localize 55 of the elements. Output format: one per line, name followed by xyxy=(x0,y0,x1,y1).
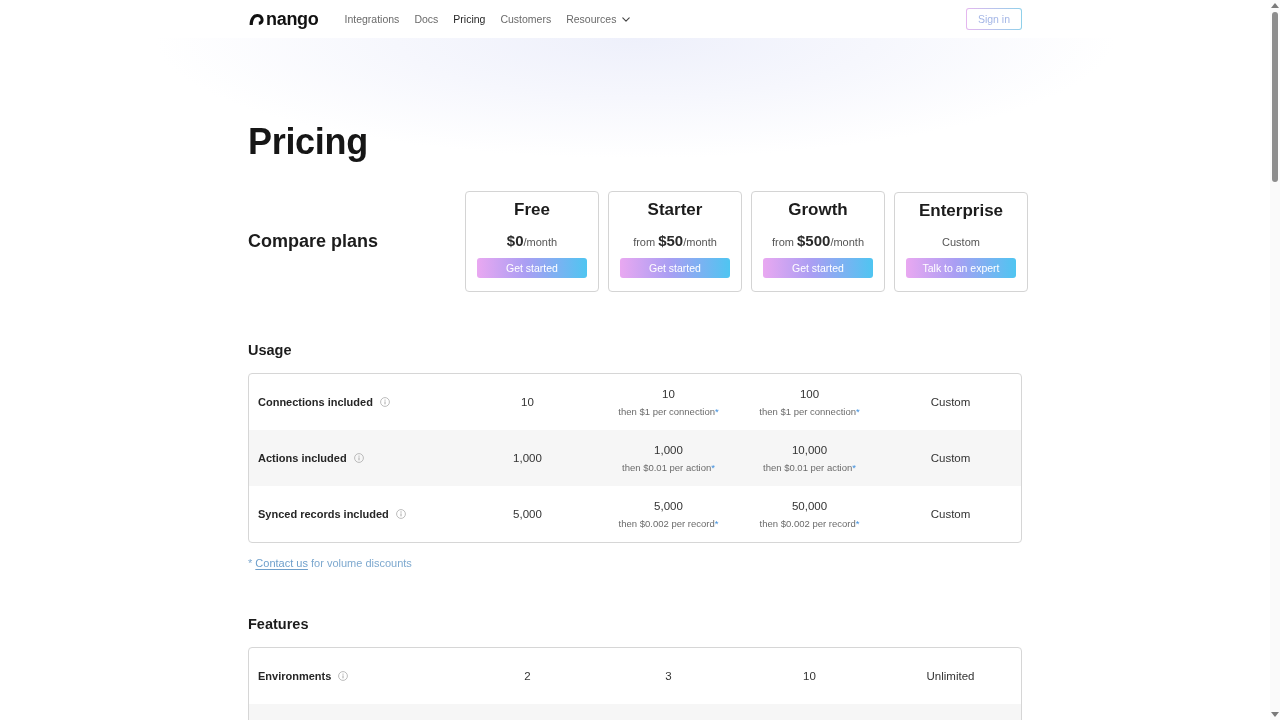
price-note: then $1 per connection* xyxy=(618,405,719,418)
nav-link[interactable]: Integrations xyxy=(344,12,400,26)
plan-name: Enterprise xyxy=(918,200,1004,221)
cell-value: 10 xyxy=(662,387,675,402)
page-title: Pricing xyxy=(248,120,369,164)
footnote-text: * Contact us for volume discounts xyxy=(248,556,413,571)
plan-name: Free xyxy=(514,200,550,220)
section-heading: Usage xyxy=(248,341,293,360)
nav-link[interactable]: Customers xyxy=(500,12,552,26)
chevron-down-icon xyxy=(622,16,631,22)
logo-icon[interactable] xyxy=(248,11,264,27)
cell-value: 50,000 xyxy=(791,499,828,514)
price-note: then $0.002 per record* xyxy=(618,517,719,530)
row-label: Connections included xyxy=(258,396,373,408)
nav-link[interactable]: Pricing xyxy=(453,12,486,26)
cell-value: 10 xyxy=(803,669,816,684)
scrollbar-thumb[interactable] xyxy=(1272,12,1278,182)
cell-value: 5,000 xyxy=(654,499,683,514)
info-icon[interactable] xyxy=(395,509,406,519)
price-note: then $1 per connection* xyxy=(759,405,860,418)
cell-value: 5,000 xyxy=(513,507,542,522)
plan-name: Starter xyxy=(647,200,703,220)
cell-value: Custom xyxy=(930,507,971,522)
info-icon[interactable] xyxy=(338,671,349,681)
cell-value: 1,000 xyxy=(654,443,683,458)
row-label: Environments xyxy=(258,670,332,682)
section-heading: Features xyxy=(248,615,310,634)
contact-link[interactable]: Contact us xyxy=(255,557,308,569)
plan-price: from $500/month xyxy=(771,231,865,251)
info-icon[interactable] xyxy=(353,453,364,463)
plan-name: Growth xyxy=(788,200,848,220)
info-icon[interactable] xyxy=(379,397,390,407)
scroll-down-icon[interactable] xyxy=(1271,712,1279,717)
row-label: Synced records included xyxy=(258,508,389,520)
cell-value: 100 xyxy=(799,387,820,402)
price-note: then $0.01 per action* xyxy=(763,461,856,474)
cell-value: 10,000 xyxy=(791,443,828,458)
price-note: then $0.01 per action* xyxy=(622,461,715,474)
logo-text[interactable]: nango xyxy=(266,9,319,29)
plan-price: Custom xyxy=(942,234,980,250)
compare-heading: Compare plans xyxy=(248,231,380,252)
cell-value: 10 xyxy=(521,395,534,410)
plan-price: $0/month xyxy=(506,231,558,251)
cell-value: Unlimited xyxy=(926,669,975,684)
cell-value: 3 xyxy=(665,669,672,684)
cell-value: Custom xyxy=(930,395,971,410)
cell-value: Custom xyxy=(930,451,971,466)
price-note: then $0.002 per record* xyxy=(759,517,860,530)
nav-dropdown[interactable]: Resources xyxy=(566,12,631,26)
plan-price: from $50/month xyxy=(633,231,717,251)
row-label: Actions included xyxy=(258,452,347,464)
nav-link[interactable]: Docs xyxy=(414,12,439,26)
cell-value: 2 xyxy=(524,669,531,684)
scroll-up-icon[interactable] xyxy=(1271,3,1279,8)
cell-value: 1,000 xyxy=(513,451,542,466)
